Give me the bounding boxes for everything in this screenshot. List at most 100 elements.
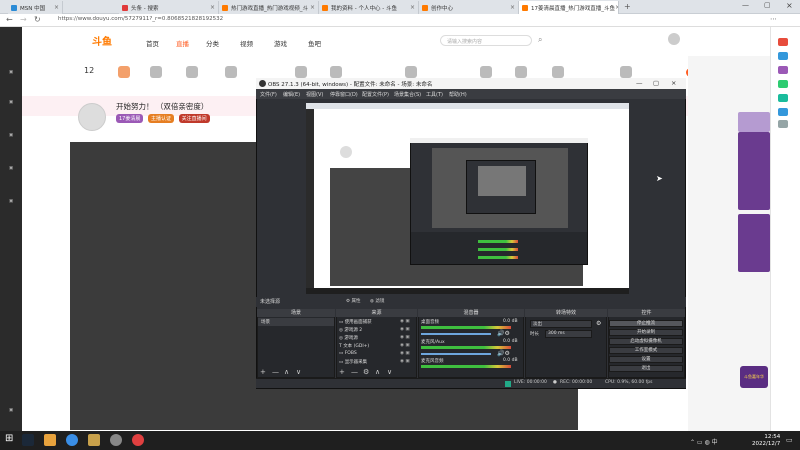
nav-home[interactable]: 首页 [146, 38, 159, 48]
volume-slider[interactable] [421, 353, 491, 355]
source-down-icon[interactable]: ∨ [387, 368, 392, 376]
properties-button[interactable]: ⚙ 属性 [346, 298, 360, 304]
nav-video[interactable]: 视频 [240, 38, 253, 48]
volume-slider[interactable] [421, 333, 491, 335]
source-item[interactable]: ◎ 游戏源 2 [339, 327, 362, 333]
scene-down-icon[interactable]: ∨ [296, 368, 301, 376]
source-item[interactable]: ◎ 游戏源 [339, 335, 358, 341]
tab-toutiao[interactable]: 头条 - 搜索 × [119, 1, 219, 14]
feature-icon[interactable] [515, 66, 527, 78]
tab-hot-games[interactable]: 热门游戏直播_热门游戏视频_斗 × [219, 1, 319, 14]
system-tray-icons[interactable]: ⌃ ▭ ◍ 中 [690, 437, 718, 446]
menu-view[interactable]: 视图(V) [306, 91, 323, 98]
start-recording-button[interactable]: 开始录制 [609, 329, 683, 336]
feature-icon[interactable] [150, 66, 162, 78]
source-settings-icon[interactable]: ⚙ [363, 368, 369, 376]
notification-icon[interactable]: ▭ [786, 436, 793, 444]
feature-icon[interactable] [225, 66, 237, 78]
search-input[interactable]: 请输入搜索内容 [440, 35, 532, 46]
stop-streaming-button[interactable]: 停止推流 [609, 320, 683, 327]
side-icon[interactable] [778, 80, 788, 88]
speaker-icon[interactable]: 🔊⚙ [497, 350, 510, 357]
maximize-icon[interactable]: ▢ [764, 1, 771, 9]
feature-icon[interactable] [405, 66, 417, 78]
visibility-icon[interactable]: ◉ ▣ [400, 319, 410, 324]
steam-icon[interactable] [22, 434, 34, 446]
visibility-icon[interactable]: ◉ ▣ [400, 351, 410, 356]
menu-edit[interactable]: 编辑(E) [283, 91, 300, 98]
feature-icon[interactable] [330, 66, 342, 78]
obs-close-icon[interactable]: × [671, 79, 676, 87]
feature-icon[interactable] [186, 66, 198, 78]
user-avatar[interactable] [668, 33, 680, 45]
visibility-icon[interactable]: ◉ ▣ [400, 343, 410, 348]
side-icon[interactable] [778, 38, 788, 46]
feature-icon[interactable] [118, 66, 130, 78]
scene-up-icon[interactable]: ∧ [284, 368, 289, 376]
tab-live-active[interactable]: 17姜清晨直播_热门游戏直播_斗鱼× [519, 1, 619, 14]
tab-profile[interactable]: 我的资料 - 个人中心 - 斗鱼 × [319, 1, 419, 14]
new-tab-icon[interactable]: + [624, 2, 631, 11]
promo-banner[interactable] [738, 214, 770, 272]
virtual-camera-button[interactable]: 启动虚拟摄像机 [609, 338, 683, 345]
settings-button[interactable]: 设置 [609, 356, 683, 363]
add-icon[interactable] [778, 120, 788, 128]
follow-room-tag[interactable]: 关注直播间 [178, 114, 210, 123]
transition-settings-icon[interactable]: ⚙ [596, 320, 601, 327]
windows-start-icon[interactable]: ⊞ [5, 433, 17, 445]
menu-profile[interactable]: 配置文件(P) [362, 91, 389, 98]
exit-button[interactable]: 退出 [609, 365, 683, 372]
taskbar-clock[interactable]: 12:54 2022/12/7 [752, 434, 780, 448]
douyu-logo[interactable]: 斗鱼 [92, 33, 112, 48]
close-icon[interactable]: × [510, 4, 515, 11]
scene-add-icon[interactable]: + [260, 368, 266, 376]
rail-game-icon[interactable]: ▣ [3, 133, 19, 143]
menu-tools[interactable]: 工具(T) [426, 91, 443, 98]
filters-button[interactable]: ◍ 滤镜 [370, 298, 384, 304]
side-icon[interactable] [778, 52, 788, 60]
rail-recommend-icon[interactable]: ▣ [3, 70, 19, 80]
close-icon[interactable]: × [54, 4, 59, 11]
close-icon[interactable]: × [615, 4, 618, 11]
feature-icon[interactable] [552, 66, 564, 78]
close-icon[interactable]: × [410, 4, 415, 11]
refresh-icon[interactable]: ↻ [34, 15, 41, 24]
forward-icon[interactable]: → [20, 15, 27, 24]
app-icon[interactable] [88, 434, 100, 446]
visibility-icon[interactable]: ◉ ▣ [400, 359, 410, 364]
rail-settings-icon[interactable]: ▣ [3, 408, 19, 418]
source-item[interactable]: ▭ 显示器采集 [339, 359, 367, 365]
rail-follow-icon[interactable]: ▣ [3, 100, 19, 110]
obs-minimize-icon[interactable]: — [636, 79, 643, 87]
visibility-icon[interactable]: ◉ ▣ [400, 327, 410, 332]
side-icon[interactable] [778, 94, 788, 102]
visibility-icon[interactable]: ◉ ▣ [400, 335, 410, 340]
tab-msn[interactable]: MSN 中国 × [8, 1, 63, 14]
app-icon[interactable] [132, 434, 144, 446]
source-item[interactable]: T 文本 (GDI+) [339, 343, 369, 349]
speaker-icon[interactable]: 🔊⚙ [497, 330, 510, 337]
browser-menu-icon[interactable]: ⋯ [770, 15, 777, 23]
close-icon[interactable]: × [210, 4, 215, 11]
rail-more-icon[interactable]: ▣ [3, 199, 19, 209]
app-icon[interactable] [44, 434, 56, 446]
menu-file[interactable]: 文件(F) [260, 91, 277, 98]
tab-creator[interactable]: 创作中心 × [419, 1, 519, 14]
studio-mode-button[interactable]: 工作室模式 [609, 347, 683, 354]
nav-game[interactable]: 游戏 [274, 38, 287, 48]
close-icon[interactable]: × [310, 4, 315, 11]
menu-scene-collection[interactable]: 场景集合(S) [394, 91, 421, 98]
promo-banner[interactable] [738, 112, 770, 132]
search-icon[interactable]: ⌕ [538, 35, 542, 45]
feature-icon[interactable] [480, 66, 492, 78]
streamer-name-tag[interactable]: 17姜清晨 [116, 114, 144, 123]
carnival-badge[interactable]: 斗鱼嘉年华 [740, 366, 768, 388]
close-window-icon[interactable]: × [786, 1, 793, 10]
rail-video-icon[interactable]: ▣ [3, 166, 19, 176]
url-field[interactable]: https://www.douyu.com/5727911?_r=0.80685… [58, 16, 223, 22]
minimize-icon[interactable]: — [742, 1, 749, 9]
nav-yuba[interactable]: 鱼吧 [308, 38, 321, 48]
feature-icon[interactable] [295, 66, 307, 78]
source-add-icon[interactable]: + [339, 368, 345, 376]
source-item[interactable]: ▭ 使用画面捕获 [339, 319, 372, 325]
